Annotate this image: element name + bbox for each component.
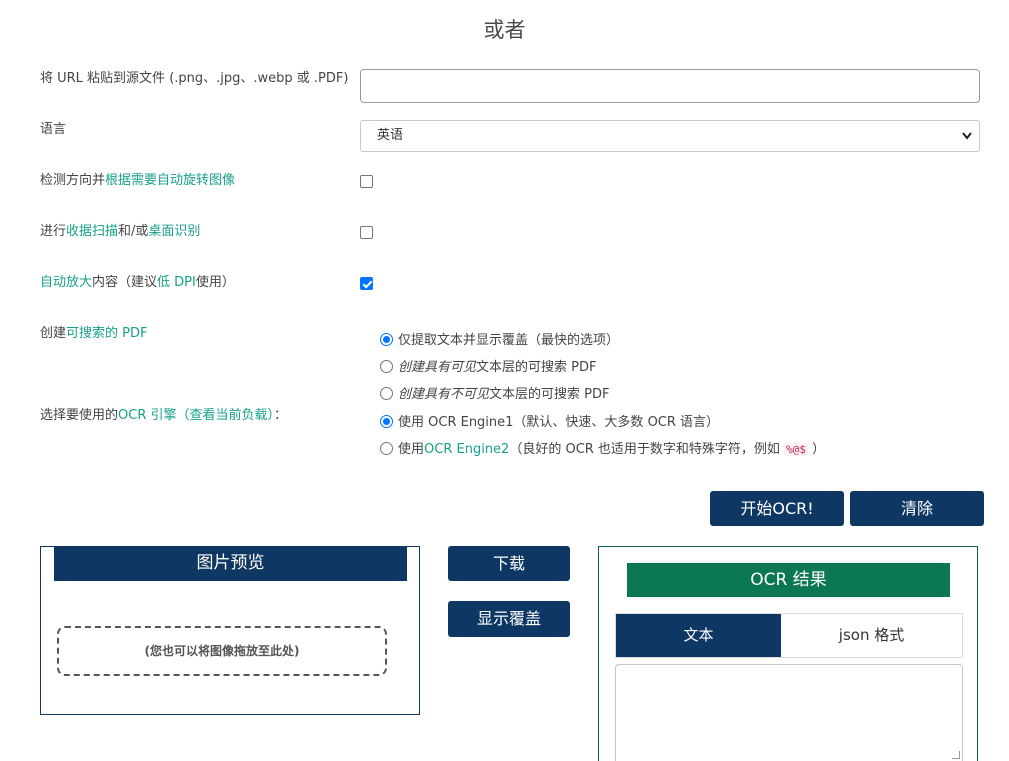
ocr-result-textarea[interactable] — [615, 664, 963, 761]
or-heading: 或者 — [483, 18, 526, 42]
download-button[interactable]: 下载 — [448, 546, 570, 581]
ocr-engine-link[interactable]: OCR 引擎（查看当前负载） — [118, 408, 274, 423]
receipt-table-label: 进行收据扫描和/或桌面识别 — [40, 224, 201, 239]
orientation-link[interactable]: 根据需要自动旋转图像 — [105, 173, 235, 188]
pdf-option-visible[interactable]: 创建具有可见文本层的可搜索 PDF — [380, 359, 596, 377]
radio-visible[interactable] — [380, 360, 393, 373]
upscale-link[interactable]: 自动放大 — [40, 275, 92, 290]
orientation-label: 检测方向并根据需要自动旋转图像 — [40, 173, 236, 188]
drop-zone[interactable]: (您也可以将图像拖放至此处) — [57, 626, 387, 676]
searchable-pdf-link[interactable]: 可搜索的 PDF — [66, 326, 147, 341]
resize-handle-icon[interactable] — [952, 751, 960, 759]
image-preview-panel: 图片预览 (您也可以将图像拖放至此处) — [40, 546, 420, 715]
engine2-link[interactable]: OCR Engine2 — [424, 442, 509, 457]
upscale-checkbox[interactable] — [360, 277, 373, 290]
radio-overlay[interactable] — [380, 333, 393, 346]
searchable-pdf-label: 创建可搜索的 PDF — [40, 326, 148, 341]
ocr-engine-label: 选择要使用的OCR 引擎（查看当前负载）： — [40, 408, 288, 423]
receipt-table-checkbox[interactable] — [360, 226, 373, 239]
pdf-option-invisible[interactable]: 创建具有不可见文本层的可搜索 PDF — [380, 386, 609, 404]
engine-option-1[interactable]: 使用 OCR Engine1（默认、快速、大多数 OCR 语言） — [380, 414, 719, 432]
receipt-scan-link[interactable]: 收据扫描 — [66, 224, 118, 239]
pdf-option-overlay[interactable]: 仅提取文本并显示覆盖（最快的选项） — [380, 332, 619, 350]
special-chars-code: %@$ — [784, 443, 808, 456]
low-dpi-link[interactable]: 低 DPI — [157, 275, 196, 290]
radio-engine2[interactable] — [380, 442, 393, 455]
url-input[interactable] — [360, 69, 980, 103]
start-ocr-button[interactable]: 开始OCR! — [710, 491, 844, 526]
table-recognition-link[interactable]: 桌面识别 — [148, 224, 200, 239]
tab-text[interactable]: 文本 — [616, 614, 781, 657]
language-select[interactable]: 英语 — [360, 120, 980, 152]
engine-option-2[interactable]: 使用OCR Engine2（良好的 OCR 也适用于数字和特殊字符，例如 %@$… — [380, 441, 825, 459]
language-selected-value: 英语 — [377, 128, 404, 143]
result-tabs: 文本 json 格式 — [615, 613, 963, 658]
upscale-label: 自动放大内容（建议低 DPI使用） — [40, 275, 235, 290]
language-label: 语言 — [40, 122, 67, 137]
clear-button[interactable]: 清除 — [850, 491, 984, 526]
ocr-result-title: OCR 结果 — [627, 563, 950, 597]
radio-invisible[interactable] — [380, 387, 393, 400]
show-overlay-button[interactable]: 显示覆盖 — [448, 601, 570, 637]
ocr-result-panel: OCR 结果 文本 json 格式 — [598, 546, 978, 761]
tab-json[interactable]: json 格式 — [781, 614, 962, 657]
image-preview-title: 图片预览 — [54, 546, 407, 581]
orientation-checkbox[interactable] — [360, 175, 373, 188]
url-label: 将 URL 粘贴到源文件 (.png、.jpg、.webp 或 .PDF) — [40, 71, 349, 86]
radio-engine1[interactable] — [380, 415, 393, 428]
chevron-down-icon — [961, 121, 973, 162]
